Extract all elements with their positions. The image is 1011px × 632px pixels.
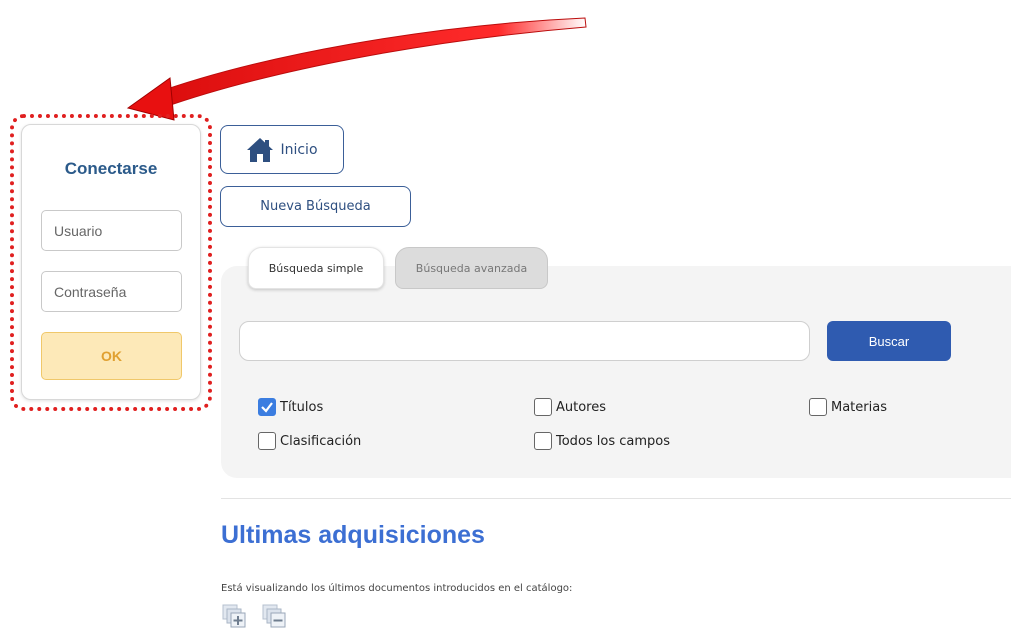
checkbox-icon[interactable] [534,398,552,416]
search-button[interactable]: Buscar [827,321,951,361]
tab-advanced-search[interactable]: Búsqueda avanzada [395,247,548,289]
field-titulos-label: Títulos [280,399,324,415]
login-ok-button[interactable]: OK [41,332,182,380]
password-input[interactable] [41,271,182,312]
new-search-button[interactable]: Nueva Búsqueda [220,186,411,227]
divider [221,498,1011,499]
field-materias-label: Materias [831,399,887,415]
field-clasificacion-label: Clasificación [280,433,362,449]
search-input[interactable] [239,321,810,361]
tab-advanced-search-label: Búsqueda avanzada [415,261,528,275]
acquisitions-description: Está visualizando los últimos documentos… [221,583,573,594]
tab-simple-search[interactable]: Búsqueda simple [248,247,384,289]
collapse-all-icon[interactable] [261,603,287,629]
home-button[interactable]: Inicio [220,125,344,174]
checkbox-checked-icon[interactable] [258,398,276,416]
field-autores-label: Autores [556,399,607,415]
username-input[interactable] [41,210,182,251]
field-materias[interactable]: Materias [809,398,887,416]
home-button-label: Inicio [280,141,318,158]
acquisitions-title: Ultimas adquisiciones [221,521,485,549]
field-clasificacion[interactable]: Clasificación [258,432,361,450]
expand-all-icon[interactable] [221,603,247,629]
login-panel: Conectarse OK [21,124,201,400]
field-autores[interactable]: Autores [534,398,606,416]
login-title: Conectarse [64,159,158,178]
home-icon [247,137,274,162]
field-todos-los-campos[interactable]: Todos los campos [534,432,670,450]
new-search-label: Nueva Búsqueda [260,199,371,214]
field-titulos[interactable]: Títulos [258,398,323,416]
checkbox-icon[interactable] [258,432,276,450]
tab-simple-search-label: Búsqueda simple [268,261,364,275]
checkbox-icon[interactable] [534,432,552,450]
field-todos-los-campos-label: Todos los campos [556,433,671,449]
checkbox-icon[interactable] [809,398,827,416]
search-button-label: Buscar [868,333,910,349]
